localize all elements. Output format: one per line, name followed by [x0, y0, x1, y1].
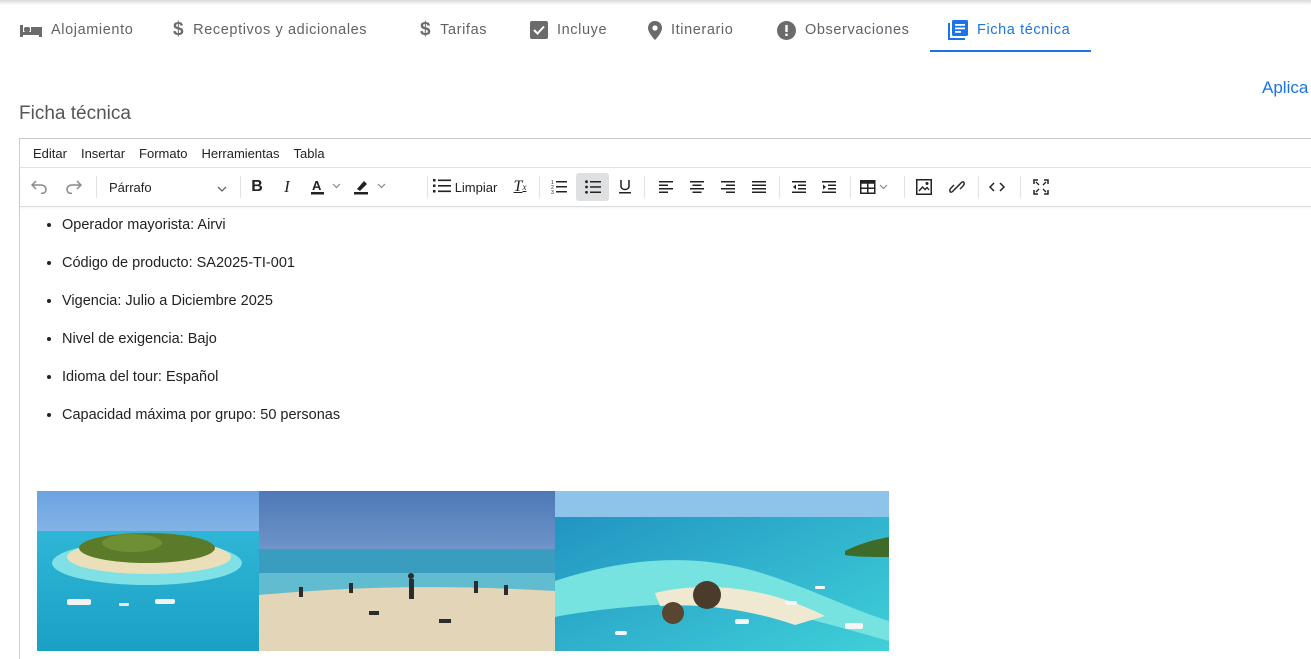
- dollar-icon: $: [420, 19, 432, 40]
- tab-alojamiento[interactable]: Alojamiento: [20, 9, 133, 51]
- datasheet-list: Operador mayorista: Airvi Código de prod…: [40, 215, 340, 443]
- chevron-down-icon: [217, 180, 227, 195]
- tab-label: Ficha técnica: [977, 22, 1071, 38]
- italic-icon[interactable]: I: [276, 173, 298, 201]
- menu-editar[interactable]: Editar: [20, 146, 74, 161]
- align-right-icon[interactable]: [716, 173, 740, 201]
- tab-observaciones[interactable]: Observaciones: [777, 9, 910, 51]
- tab-receptivos[interactable]: $ Receptivos y adicionales: [173, 9, 367, 51]
- list-item: Nivel de exigencia: Bajo: [62, 329, 340, 367]
- rich-text-editor: Editar Insertar Formato Herramientas Tab…: [19, 138, 1311, 659]
- tab-label: Observaciones: [805, 22, 910, 38]
- tab-ficha-tecnica[interactable]: Ficha técnica: [948, 9, 1070, 51]
- tab-label: Tarifas: [440, 22, 488, 38]
- tab-label: Itinerario: [671, 22, 734, 38]
- apply-link[interactable]: Aplica: [1262, 78, 1308, 98]
- editor-toolbar: Párrafo B I A Limpiar Tx 123: [20, 168, 1311, 207]
- fullscreen-icon[interactable]: [1028, 173, 1054, 201]
- svg-text:A: A: [312, 178, 322, 193]
- toolbar-separator: [240, 176, 241, 198]
- image-icon[interactable]: [912, 173, 936, 201]
- tab-label: Incluye: [557, 22, 608, 38]
- checkbox-icon: [530, 21, 548, 39]
- block-format-select[interactable]: Párrafo: [103, 173, 233, 201]
- toolbar-separator: [779, 176, 780, 198]
- list-icon: [432, 178, 451, 196]
- toolbar-separator: [96, 176, 97, 198]
- indent-icon[interactable]: [817, 173, 841, 201]
- location-pin-icon: [648, 20, 662, 40]
- bold-icon[interactable]: B: [246, 173, 268, 201]
- align-left-icon[interactable]: [654, 173, 678, 201]
- section-title: Ficha técnica: [19, 103, 131, 124]
- toolbar-separator: [904, 176, 905, 198]
- toolbar-separator: [1020, 176, 1021, 198]
- bed-icon: [20, 23, 42, 37]
- remove-format-icon[interactable]: Tx: [509, 173, 531, 201]
- dollar-icon: $: [173, 19, 185, 40]
- numbered-list-icon[interactable]: 123: [547, 173, 571, 201]
- text-color-icon[interactable]: A: [308, 173, 348, 201]
- undo-icon[interactable]: [28, 173, 50, 201]
- toolbar-separator: [978, 176, 979, 198]
- outdent-icon[interactable]: [787, 173, 811, 201]
- sandbar-photo[interactable]: [555, 491, 889, 651]
- toolbar-separator: [539, 176, 540, 198]
- document-icon: [948, 20, 968, 40]
- list-item: Capacidad máxima por grupo: 50 personas: [62, 405, 340, 443]
- tab-incluye[interactable]: Incluye: [530, 9, 607, 51]
- tab-bar: Alojamiento $ Receptivos y adicionales $…: [0, 9, 1311, 53]
- bullet-list-icon[interactable]: [576, 173, 609, 201]
- svg-text:3: 3: [551, 190, 554, 194]
- list-item: Vigencia: Julio a Diciembre 2025: [62, 291, 340, 329]
- source-code-icon[interactable]: [984, 173, 1010, 201]
- clear-formatting-button[interactable]: Limpiar: [421, 173, 509, 201]
- redo-icon[interactable]: [63, 173, 85, 201]
- active-tab-indicator: [930, 50, 1091, 52]
- toolbar-separator: [644, 176, 645, 198]
- align-center-icon[interactable]: [685, 173, 709, 201]
- beach-photo[interactable]: [259, 491, 555, 651]
- list-item: Idioma del tour: Español: [62, 367, 340, 405]
- editor-menubar: Editar Insertar Formato Herramientas Tab…: [20, 139, 1311, 168]
- block-format-value: Párrafo: [109, 179, 152, 195]
- alert-circle-icon: [777, 20, 796, 40]
- menu-formato[interactable]: Formato: [126, 146, 194, 161]
- underline-icon[interactable]: [614, 173, 636, 201]
- table-icon[interactable]: [856, 173, 894, 201]
- tab-tarifas[interactable]: $ Tarifas: [420, 9, 487, 51]
- link-icon[interactable]: [945, 173, 969, 201]
- clear-label: Limpiar: [454, 179, 498, 195]
- menu-tabla[interactable]: Tabla: [280, 146, 331, 161]
- menu-insertar[interactable]: Insertar: [68, 146, 132, 161]
- menu-herramientas[interactable]: Herramientas: [188, 146, 286, 161]
- tab-itinerario[interactable]: Itinerario: [648, 9, 733, 51]
- list-item: Código de producto: SA2025-TI-001: [62, 253, 340, 291]
- island-photo[interactable]: [37, 491, 259, 651]
- tab-label: Receptivos y adicionales: [193, 22, 368, 38]
- list-item: Operador mayorista: Airvi: [62, 215, 340, 253]
- tab-label: Alojamiento: [51, 22, 134, 38]
- highlight-color-icon[interactable]: [351, 173, 393, 201]
- toolbar-separator: [850, 176, 851, 198]
- top-shadow: [0, 0, 1311, 5]
- align-justify-icon[interactable]: [747, 173, 771, 201]
